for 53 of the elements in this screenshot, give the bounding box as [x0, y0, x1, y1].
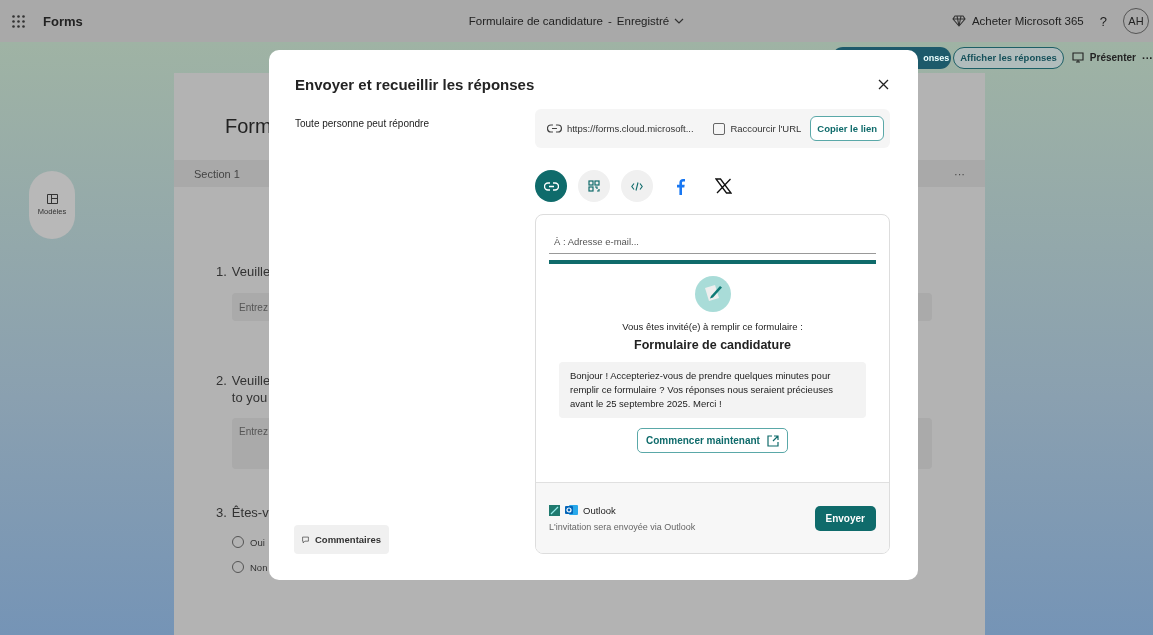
form-name: Formulaire de candidature — [634, 338, 791, 352]
start-now-button[interactable]: Commencer maintenant — [637, 428, 788, 453]
question-text: Veuille — [231, 264, 271, 279]
dialog-title: Envoyer et recueillir les réponses — [295, 76, 535, 93]
view-responses-button[interactable]: Afficher les réponses — [953, 46, 1064, 69]
outlook-checkbox[interactable] — [549, 504, 560, 516]
chevron-down-icon[interactable] — [674, 18, 685, 24]
more-button[interactable]: ··· — [1142, 51, 1153, 64]
option-label[interactable]: Non — [250, 561, 268, 573]
app-name[interactable]: Forms — [43, 13, 83, 29]
layout-icon — [46, 194, 58, 204]
question-text: Êtes-v — [231, 505, 269, 520]
question-number: 1. — [216, 264, 227, 279]
link-share-button[interactable] — [535, 170, 567, 202]
link-icon — [543, 181, 559, 191]
app-launcher-icon[interactable] — [12, 14, 25, 28]
qr-share-button[interactable] — [578, 170, 610, 202]
diamond-icon[interactable] — [951, 15, 966, 27]
question-text: to you — [231, 390, 269, 405]
section-more-button[interactable]: ··· — [954, 167, 965, 180]
shorten-label[interactable]: Raccourcir l'URL — [730, 123, 802, 134]
title-separator: - — [608, 15, 612, 27]
document-pen-icon — [694, 276, 731, 312]
facebook-icon — [675, 177, 685, 195]
copy-link-button[interactable]: Copier le lien — [810, 116, 884, 141]
question-number: 3. — [216, 505, 227, 520]
section-label: Section 1 — [194, 167, 240, 180]
help-button[interactable]: ? — [1099, 13, 1107, 29]
code-icon — [631, 181, 643, 191]
shorten-checkbox[interactable] — [713, 122, 726, 135]
audience-label: Toute personne peut répondre — [295, 118, 430, 129]
comment-icon — [302, 533, 309, 546]
outlook-label: Outlook — [583, 504, 616, 516]
external-link-icon — [766, 434, 779, 447]
option-label[interactable]: Oui — [250, 536, 265, 548]
outlook-icon — [565, 504, 578, 516]
present-button[interactable]: Présenter — [1067, 52, 1140, 63]
document-title[interactable]: Formulaire de candidature — [468, 15, 603, 27]
outlook-note: L'invitation sera envoyée via Outlook — [549, 522, 696, 532]
buy-link[interactable]: Acheter Microsoft 365 — [971, 15, 1084, 27]
question-text: Veuille — [231, 373, 271, 388]
send-button[interactable]: Envoyer — [814, 505, 876, 531]
qr-code-icon — [588, 180, 600, 192]
link-icon — [547, 124, 562, 133]
monitor-icon — [1071, 52, 1084, 63]
invite-text: Vous êtes invité(e) à remplir ce formulaire : — [622, 321, 803, 332]
question-number: 2. — [216, 373, 227, 390]
invitation-message: Bonjour ! Accepteriez-vous de prendre quelques minutes pour remplir ce formulaire ? Vos réponses nous seraient précieuses avant le 25 septembre 2025. Merci ! — [559, 362, 866, 418]
x-logo-icon — [714, 178, 732, 194]
form-url: https://forms.cloud.microsoft... — [566, 123, 695, 134]
save-status[interactable]: Enregistré — [616, 15, 670, 27]
comments-button[interactable]: Commentaires — [294, 525, 389, 554]
close-icon[interactable] — [878, 79, 889, 90]
